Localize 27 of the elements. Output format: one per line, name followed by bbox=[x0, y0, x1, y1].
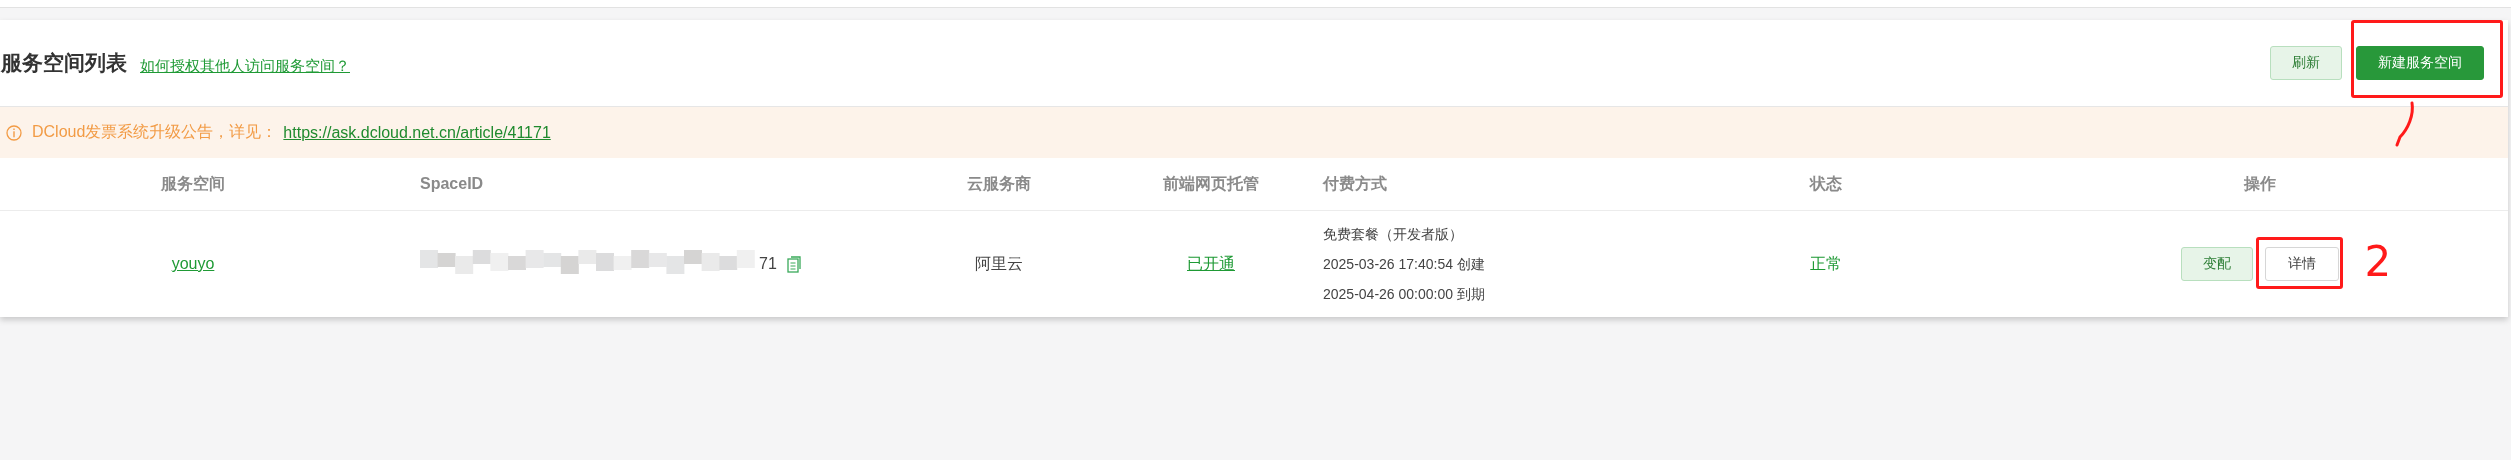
column-header: 付费方式 bbox=[1323, 173, 1387, 194]
status-text: 正常 bbox=[1810, 253, 1842, 274]
action-button[interactable]: 变配 bbox=[2180, 247, 2253, 281]
annotation-stroke bbox=[2394, 101, 2416, 147]
notice-link[interactable]: https://ask.dcloud.net.cn/article/41171 bbox=[283, 123, 551, 142]
annotation-number: 2 bbox=[2364, 241, 2392, 283]
payment-text: 2025-04-26 00:00:00 到期 bbox=[1323, 285, 1485, 304]
notice-text: DCloud发票系统升级公告，详见： bbox=[32, 122, 278, 142]
column-header: 操作 bbox=[2243, 173, 2276, 194]
space-name-link[interactable]: youyo bbox=[171, 255, 215, 273]
column-header: 状态 bbox=[1810, 173, 1842, 194]
create-button[interactable]: 新建服务空间 bbox=[2356, 46, 2484, 80]
page-title: 服务空间列表 bbox=[1, 50, 127, 76]
payment-text: 免费套餐（开发者版） bbox=[1323, 225, 1463, 244]
column-header: SpaceID bbox=[420, 175, 484, 193]
space-id-text: 71 bbox=[759, 255, 777, 273]
column-header: 服务空间 bbox=[161, 173, 225, 194]
action-button[interactable]: 详情 bbox=[2264, 247, 2339, 281]
column-header: 前端网页托管 bbox=[1163, 173, 1259, 194]
action-button[interactable]: 刷新 bbox=[2270, 46, 2342, 80]
copy-icon[interactable] bbox=[786, 255, 801, 273]
hosting-link[interactable]: 已开通 bbox=[1187, 253, 1235, 275]
column-header: 云服务商 bbox=[967, 173, 1031, 194]
provider-text: 阿里云 bbox=[975, 253, 1023, 274]
help-link[interactable]: 如何授权其他人访问服务空间？ bbox=[140, 56, 350, 76]
payment-text: 2025-03-26 17:40:54 创建 bbox=[1323, 255, 1485, 274]
info-icon bbox=[6, 124, 22, 141]
